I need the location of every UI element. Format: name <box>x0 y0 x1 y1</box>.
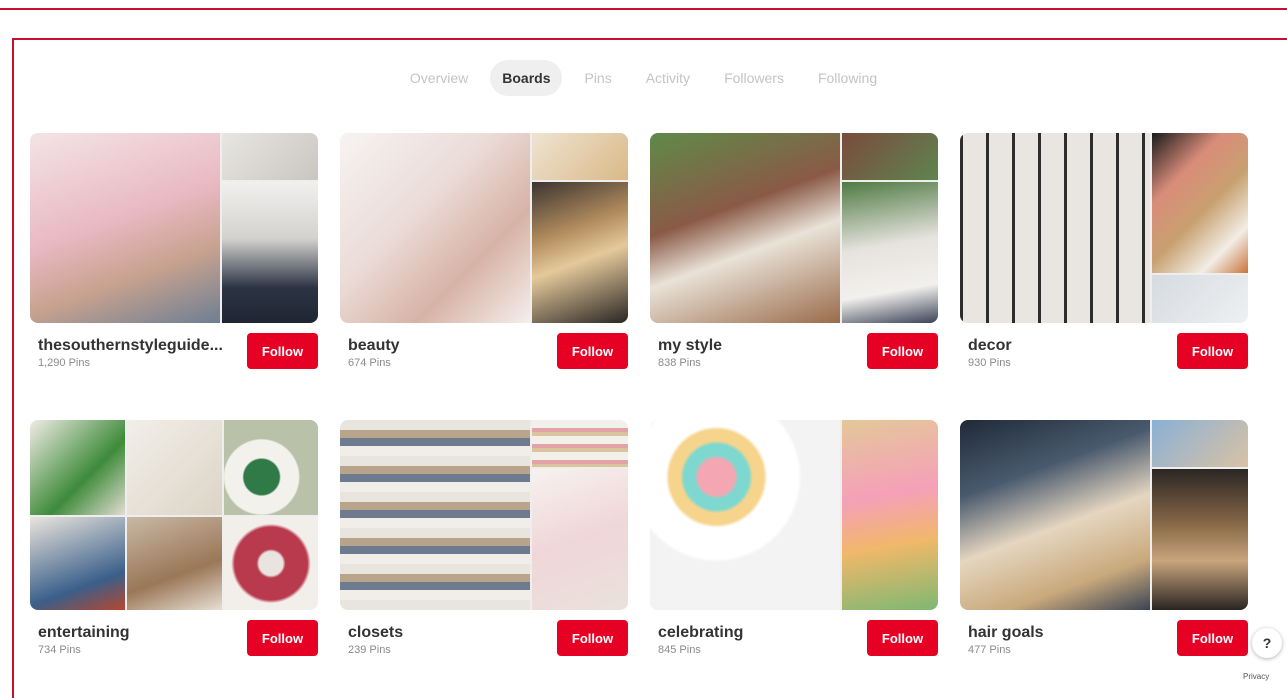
cover-main-image <box>340 133 530 323</box>
cover-bottom-image <box>532 469 628 610</box>
cover-bottom-image <box>1152 275 1248 323</box>
follow-button[interactable]: Follow <box>247 620 318 656</box>
cover-main-image <box>650 133 840 323</box>
cover-top-image <box>1152 133 1248 273</box>
board-name: decor <box>968 337 1012 354</box>
board-card[interactable]: entertaining 734 Pins Follow <box>30 420 318 666</box>
board-pin-count: 674 Pins <box>348 357 391 369</box>
cover-bottom-image <box>1152 469 1248 610</box>
board-cover[interactable] <box>340 133 628 323</box>
cover-top-image <box>1152 420 1248 467</box>
cover-top-image <box>532 420 628 467</box>
tab-followers[interactable]: Followers <box>712 60 796 96</box>
cover-bottom-image <box>532 182 628 323</box>
board-card[interactable]: thesouthernstyleguide... 1,290 Pins Foll… <box>30 133 318 379</box>
board-name: my style <box>658 337 723 354</box>
tab-pins[interactable]: Pins <box>572 60 623 96</box>
board-pin-count: 734 Pins <box>38 644 81 656</box>
board-cover[interactable] <box>30 420 318 610</box>
cover-main-image <box>650 420 840 610</box>
board-pin-count: 930 Pins <box>968 357 1011 369</box>
board-pin-count: 838 Pins <box>658 357 701 369</box>
cover-main-image <box>340 420 530 610</box>
board-card[interactable]: closets 239 Pins Follow <box>340 420 628 666</box>
board-cover[interactable] <box>960 133 1248 323</box>
cover-main-image <box>30 420 125 515</box>
follow-button[interactable]: Follow <box>1177 620 1248 656</box>
board-pin-count: 477 Pins <box>968 644 1011 656</box>
cover-top-image <box>224 420 318 515</box>
board-cover[interactable] <box>650 420 938 610</box>
board-name: closets <box>348 624 404 641</box>
board-name: beauty <box>348 337 400 354</box>
follow-button[interactable]: Follow <box>557 333 628 369</box>
cover-top-image <box>532 133 628 180</box>
cover-top-image <box>222 133 318 180</box>
cover-top-image <box>842 133 938 180</box>
board-cover[interactable] <box>340 420 628 610</box>
cover-main-image <box>960 420 1150 610</box>
cover-main-image <box>960 133 1150 323</box>
board-cover[interactable] <box>960 420 1248 610</box>
follow-button[interactable]: Follow <box>247 333 318 369</box>
board-card[interactable]: my style 838 Pins Follow <box>650 133 938 379</box>
board-pin-count: 845 Pins <box>658 644 701 656</box>
board-card[interactable]: celebrating 845 Pins Follow <box>650 420 938 666</box>
follow-button[interactable]: Follow <box>867 620 938 656</box>
board-cover[interactable] <box>650 133 938 323</box>
cover-bottom-image <box>842 182 938 323</box>
cover-main-image <box>127 517 222 610</box>
cover-main-image <box>30 517 125 610</box>
board-card[interactable]: decor 930 Pins Follow <box>960 133 1248 379</box>
board-name: entertaining <box>38 624 130 641</box>
board-card[interactable]: hair goals 477 Pins Follow <box>960 420 1248 666</box>
follow-button[interactable]: Follow <box>1177 333 1248 369</box>
cover-main-image <box>30 133 220 323</box>
board-name: thesouthernstyleguide... <box>38 337 223 354</box>
follow-button[interactable]: Follow <box>867 333 938 369</box>
board-name: celebrating <box>658 624 744 641</box>
tab-activity[interactable]: Activity <box>634 60 702 96</box>
tab-boards[interactable]: Boards <box>490 60 563 96</box>
tab-overview[interactable]: Overview <box>398 60 480 96</box>
follow-button[interactable]: Follow <box>557 620 628 656</box>
top-accent-line <box>0 8 1287 10</box>
board-card[interactable]: beauty 674 Pins Follow <box>340 133 628 379</box>
profile-tabs: Overview Boards Pins Activity Followers … <box>0 58 1287 98</box>
board-name: hair goals <box>968 624 1044 641</box>
help-button[interactable]: ? <box>1252 628 1282 658</box>
cover-bottom-image <box>224 517 318 610</box>
board-cover[interactable] <box>30 133 318 323</box>
cover-main-image <box>127 420 222 515</box>
cover-top-image <box>842 420 938 610</box>
board-pin-count: 1,290 Pins <box>38 357 90 369</box>
cover-bottom-image <box>222 182 318 323</box>
privacy-link[interactable]: Privacy <box>1243 672 1269 681</box>
tab-following[interactable]: Following <box>806 60 889 96</box>
board-pin-count: 239 Pins <box>348 644 391 656</box>
